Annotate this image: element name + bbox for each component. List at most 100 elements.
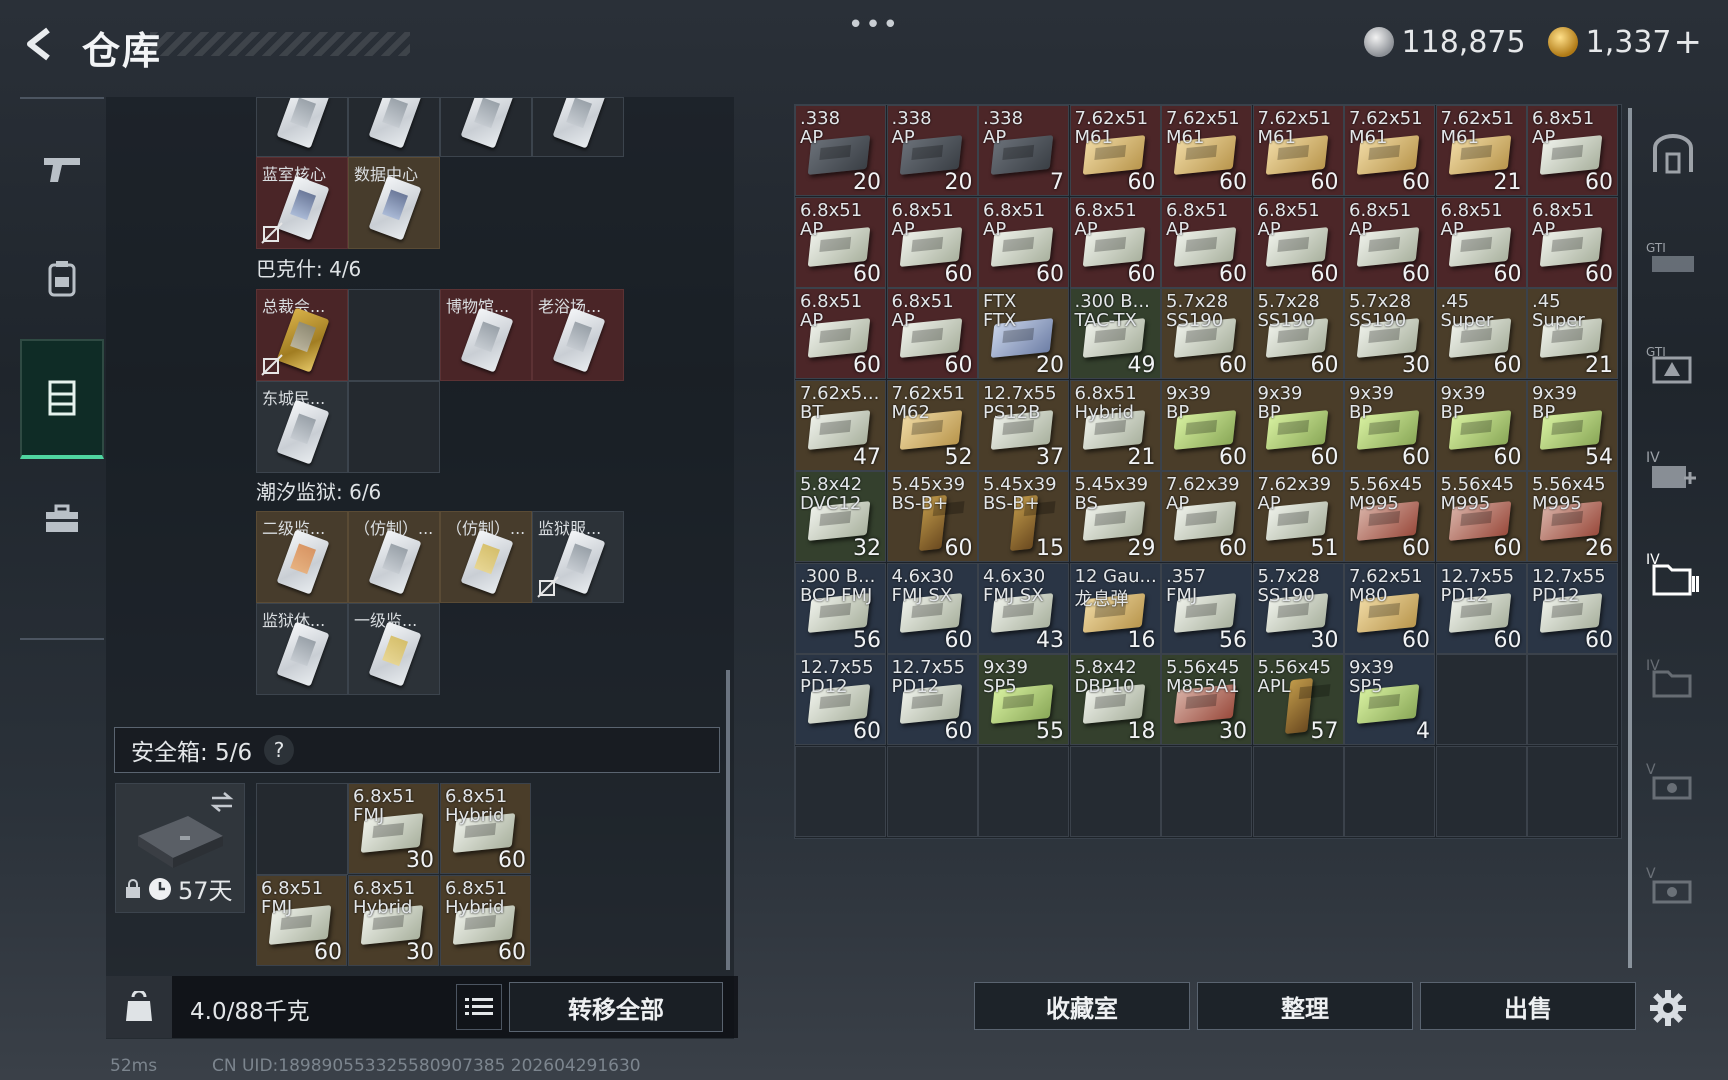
keycard-slot[interactable]: 东城民... xyxy=(256,381,348,473)
ammo-item[interactable]: 5.56x45 M855A1 30 xyxy=(1161,654,1252,745)
keycard-slot[interactable]: 监狱休... xyxy=(256,603,348,695)
safebox-ammo-item[interactable]: 6.8x51 FMJ 30 xyxy=(348,783,439,874)
ammo-item[interactable]: 5.7x28 SS190 60 xyxy=(1252,288,1344,379)
tab-home[interactable] xyxy=(1640,104,1706,204)
ammo-item[interactable]: 4.6x30 FMJ SX 43 xyxy=(978,562,1069,654)
ammo-item[interactable]: 6.8x51 AP 60 xyxy=(795,288,886,379)
ammo-item[interactable]: 5.8x42 DVC12 32 xyxy=(795,471,886,562)
rail-item-weapons[interactable] xyxy=(20,109,104,229)
keycard-slot[interactable]: 总裁会... xyxy=(256,289,348,381)
safebox-ammo-item[interactable]: 6.8x51 FMJ 60 xyxy=(256,875,347,966)
rail-item-storage[interactable] xyxy=(20,339,104,459)
ammo-item[interactable]: 9x39 BP 60 xyxy=(1161,379,1252,471)
ammo-item[interactable]: 7.62x51 M80 60 xyxy=(1344,562,1435,654)
sell-button[interactable]: 出售 xyxy=(1420,982,1636,1030)
ammo-item[interactable]: 6.8x51 AP 60 xyxy=(1344,196,1435,288)
settings-button[interactable] xyxy=(1648,988,1688,1032)
safebox-ammo-item[interactable]: 6.8x51 Hybrid 60 xyxy=(440,783,531,874)
ammo-item[interactable]: 9x39 SP5 4 xyxy=(1344,654,1435,745)
ammo-item[interactable]: 6.8x51 AP 60 xyxy=(886,196,978,288)
ammo-item[interactable]: 5.45x39 BS 29 xyxy=(1069,471,1161,562)
ammo-item[interactable]: .338 AP 20 xyxy=(795,105,886,196)
ammo-item[interactable]: 4.6x30 FMJ SX 60 xyxy=(886,562,978,654)
ammo-item[interactable]: 5.56x45 M995 60 xyxy=(1435,471,1527,562)
more-menu-button[interactable]: ••• xyxy=(848,10,900,40)
ammo-item[interactable]: 5.56x45 M995 26 xyxy=(1527,471,1618,562)
ammo-item[interactable]: 7.62x39 AP 60 xyxy=(1161,471,1252,562)
empty-slot[interactable] xyxy=(348,381,440,473)
stash-scrollbar[interactable] xyxy=(726,670,730,970)
tab-iv-archive[interactable]: IV xyxy=(1640,628,1706,728)
warehouse-scrollbar[interactable] xyxy=(1628,108,1632,968)
empty-slot[interactable] xyxy=(1527,654,1618,745)
ammo-item[interactable]: 7.62x5... BT 47 xyxy=(795,379,886,471)
stash-cell[interactable] xyxy=(256,97,348,157)
ammo-item[interactable]: 7.62x51 M61 60 xyxy=(1069,105,1161,196)
stash-cell[interactable] xyxy=(440,97,532,157)
ammo-item[interactable]: 12.7x55 PD12 60 xyxy=(886,654,978,745)
ammo-item[interactable]: 5.7x28 SS190 60 xyxy=(1161,288,1252,379)
empty-slot[interactable] xyxy=(1344,745,1435,837)
ammo-item[interactable]: 7.62x39 AP 51 xyxy=(1252,471,1344,562)
empty-slot[interactable] xyxy=(1069,745,1161,837)
empty-slot[interactable] xyxy=(348,289,440,381)
keycard-slot[interactable]: （仿制）... xyxy=(440,511,532,603)
ammo-item[interactable]: 6.8x51 AP 60 xyxy=(1435,196,1527,288)
ammo-item[interactable]: .45 Super 60 xyxy=(1435,288,1527,379)
safebox-card[interactable]: 57天 xyxy=(115,783,245,913)
safebox-ammo-item[interactable]: 6.8x51 Hybrid 60 xyxy=(440,875,531,966)
keycard-slot[interactable]: 蓝室核心 xyxy=(256,157,348,249)
collection-room-button[interactable]: 收藏室 xyxy=(974,982,1190,1030)
ammo-item[interactable]: 9x39 BP 54 xyxy=(1527,379,1618,471)
ammo-item[interactable]: 5.56x45 M995 60 xyxy=(1344,471,1435,562)
keycard-slot[interactable]: 监狱服... xyxy=(532,511,624,603)
ammo-item[interactable]: 5.45x39 BS-B+ 60 xyxy=(886,471,978,562)
ammo-item[interactable]: .357 FMJ 56 xyxy=(1161,562,1252,654)
ammo-item[interactable]: 9x39 SP5 55 xyxy=(978,654,1069,745)
ammo-item[interactable]: 5.56x45 APL 57 xyxy=(1252,654,1344,745)
keycard-slot[interactable]: 二级监... xyxy=(256,511,348,603)
ammo-item[interactable]: 7.62x51 M61 60 xyxy=(1344,105,1435,196)
transfer-all-button[interactable]: 转移全部 xyxy=(509,982,723,1032)
ammo-item[interactable]: .338 AP 20 xyxy=(886,105,978,196)
weight-lock-button[interactable] xyxy=(106,976,172,1038)
ammo-item[interactable]: 6.8x51 AP 60 xyxy=(1161,196,1252,288)
ammo-item[interactable]: 6.8x51 AP 60 xyxy=(1527,196,1618,288)
tab-gti[interactable]: GTI xyxy=(1640,208,1706,308)
ammo-item[interactable]: 9x39 BP 60 xyxy=(1344,379,1435,471)
ammo-item[interactable]: 9x39 BP 60 xyxy=(1252,379,1344,471)
ammo-item[interactable]: 6.8x51 Hybrid 21 xyxy=(1069,379,1161,471)
keycard-slot[interactable]: 博物馆... xyxy=(440,289,532,381)
tab-iv-folder[interactable]: IV xyxy=(1640,524,1706,624)
ammo-item[interactable]: 12.7x55 PS12B 37 xyxy=(978,379,1069,471)
tab-gti-alert[interactable]: GTI xyxy=(1640,314,1706,414)
empty-slot[interactable] xyxy=(978,745,1069,837)
stash-cell[interactable] xyxy=(348,97,440,157)
help-button[interactable]: ? xyxy=(264,735,295,765)
ammo-item[interactable]: 5.45x39 BS-B+ 15 xyxy=(978,471,1069,562)
ammo-item[interactable]: 6.8x51 AP 60 xyxy=(1527,105,1618,196)
safebox-ammo-item[interactable]: 6.8x51 Hybrid 30 xyxy=(348,875,439,966)
ammo-item[interactable]: 5.8x42 DBP10 18 xyxy=(1069,654,1161,745)
tab-v[interactable]: V xyxy=(1640,732,1706,832)
empty-slot[interactable] xyxy=(1252,745,1344,837)
rail-item-gear[interactable] xyxy=(20,219,104,339)
ammo-item[interactable]: 7.62x51 M61 60 xyxy=(1252,105,1344,196)
ammo-item[interactable]: 6.8x51 AP 60 xyxy=(978,196,1069,288)
ammo-item[interactable]: .338 AP 7 xyxy=(978,105,1069,196)
ammo-item[interactable]: 6.8x51 AP 60 xyxy=(1252,196,1344,288)
keycard-slot[interactable]: 一级监... xyxy=(348,603,440,695)
ammo-item[interactable]: 7.62x51 M62 52 xyxy=(886,379,978,471)
ammo-item[interactable]: 5.7x28 SS190 30 xyxy=(1344,288,1435,379)
empty-slot[interactable] xyxy=(795,745,886,837)
ammo-item[interactable]: 12 Gau... 龙息弹 16 xyxy=(1069,562,1161,654)
list-view-button[interactable] xyxy=(456,984,502,1030)
empty-slot[interactable] xyxy=(256,783,348,875)
ammo-item[interactable]: 5.7x28 SS190 30 xyxy=(1252,562,1344,654)
keycard-slot[interactable]: （仿制）... xyxy=(348,511,440,603)
back-button[interactable] xyxy=(18,22,62,66)
empty-slot[interactable] xyxy=(886,745,978,837)
ammo-item[interactable]: .300 B... BCP FMJ 56 xyxy=(795,562,886,654)
tab-v-secondary[interactable]: V xyxy=(1640,836,1706,936)
ammo-item[interactable]: 12.7x55 PD12 60 xyxy=(1435,562,1527,654)
